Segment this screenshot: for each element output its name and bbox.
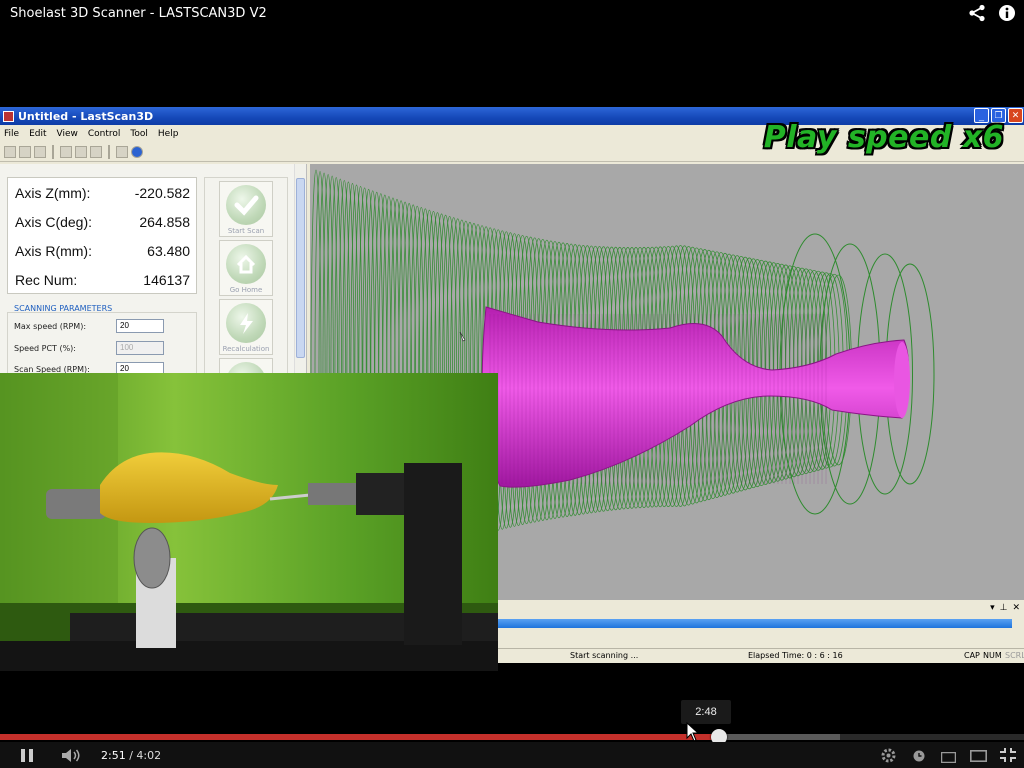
info-icon[interactable] [998,4,1016,22]
recalculate-icon [226,303,266,343]
clamp [46,489,106,519]
menu-view[interactable]: View [57,129,78,139]
video-title[interactable]: Shoelast 3D Scanner - LASTSCAN3D V2 [10,6,267,21]
help-icon[interactable] [131,145,143,158]
axis-value: 63.480 [147,242,190,259]
app-icon [3,110,14,122]
cut-icon[interactable] [60,145,72,158]
num-indicator: NUM [983,651,1002,660]
max-speed-field[interactable]: 20 [116,319,164,333]
current-time: 2:51 [101,749,126,762]
axis-row: Axis R(mm): 63.480 [8,236,196,265]
axis-label: Axis R(mm): [15,242,92,259]
toolbar-separator [52,144,54,159]
large-player-button[interactable] [970,749,987,767]
axis-value: -220.582 [134,184,190,201]
recalculation-button[interactable]: Recalculation [219,299,273,355]
watch-later-button[interactable] [913,749,925,767]
pin-icon[interactable]: ⊥ [1000,602,1008,614]
motor-mount [404,463,462,645]
played-bar [0,734,717,740]
close-button[interactable]: ✕ [1008,108,1023,123]
video-top-actions [968,4,1016,22]
pause-button[interactable] [20,749,34,767]
panel-close-icon[interactable]: ✕ [1012,602,1020,614]
menu-edit[interactable]: Edit [29,129,46,139]
pause-icon [21,749,33,762]
player-controls: 2:51 / 4:02 [0,742,1024,768]
elapsed-time: Elapsed Time: 0 : 6 : 16 [748,651,843,660]
volume-icon [62,749,80,762]
volume-button[interactable] [62,748,82,768]
axis-label: Axis C(deg): [15,213,93,230]
toolbar-separator [108,144,110,159]
scanner-photo [0,373,498,671]
probe-holder [308,483,358,505]
axis-label: Rec Num: [15,271,78,288]
print-icon[interactable] [116,145,128,158]
menu-control[interactable]: Control [88,129,121,139]
time-separator: / [125,749,137,762]
scrub-time-tooltip: 2:48 [681,700,731,724]
panel-header: ▾ ⊥ ✕ [498,602,1024,614]
axis-row: Rec Num: 146137 [8,265,196,294]
axis-row: Axis Z(mm): -220.582 [8,178,196,207]
roller-wheel [133,527,171,589]
video-progress[interactable] [0,734,1024,740]
mouse-pointer-icon [686,722,700,742]
axis-label: Axis Z(mm): [15,184,91,201]
go-home-label: Go Home [229,286,263,294]
open-file-icon[interactable] [19,145,31,158]
copy-icon[interactable] [75,145,87,158]
time-display: 2:51 / 4:02 [101,749,161,762]
clock-icon [913,750,925,762]
fullscreen-exit-icon [1000,748,1016,762]
recalculation-label: Recalculation [222,345,270,353]
check-icon [226,185,266,225]
paste-icon[interactable] [90,145,102,158]
menu-tool[interactable]: Tool [130,129,147,139]
start-scan-label: Start Scan [227,227,265,235]
action-buttons: Start Scan Go Home Recalculation [204,177,288,414]
status-message: Start scanning ... [570,651,639,660]
speed-pct-label: Speed PCT (%): [14,344,76,353]
speed-pct-field: 100 [116,341,164,355]
motor [356,473,412,515]
cap-indicator: CAP [964,651,980,660]
panel-menu-icon[interactable]: ▾ [990,602,995,614]
new-file-icon[interactable] [4,145,16,158]
go-home-button[interactable]: Go Home [219,240,273,296]
status-bar: Start scanning ... Elapsed Time: 0 : 6 :… [498,648,1024,662]
settings-button[interactable] [880,747,897,768]
small-player-icon [940,751,957,764]
scrl-indicator: SCRL [1005,651,1024,660]
panel-scrollbar[interactable] [294,164,306,374]
fullscreen-button[interactable] [1000,748,1016,767]
menu-help[interactable]: Help [158,129,179,139]
share-icon[interactable] [968,4,986,22]
play-speed-overlay: Play speed x6 [763,120,1004,155]
small-player-button[interactable] [940,750,957,768]
max-speed-label: Max speed (RPM): [14,322,87,331]
model-end-cap [894,342,910,418]
axis-readout: Axis Z(mm): -220.582 Axis C(deg): 264.858 … [7,177,197,294]
axis-value: 146137 [143,271,190,288]
gear-icon [881,748,896,763]
menu-file[interactable]: File [4,129,19,139]
window-title: Untitled - LastScan3D [18,109,154,123]
axis-row: Axis C(deg): 264.858 [8,207,196,236]
axis-value: 264.858 [139,213,190,230]
camera-inset [0,373,498,671]
home-icon [226,244,266,284]
save-icon[interactable] [34,145,46,158]
scrollbar-thumb[interactable] [296,178,305,358]
duration: 4:02 [136,749,162,762]
scan-progress-bar [498,619,1012,628]
output-panel: ▾ ⊥ ✕ Start scanning ... Elapsed Time: 0… [498,602,1024,663]
start-scan-button[interactable]: Start Scan [219,181,273,237]
control-panel: Axis Z(mm): -220.582 Axis C(deg): 264.858 … [0,164,307,414]
large-player-icon [970,750,987,762]
